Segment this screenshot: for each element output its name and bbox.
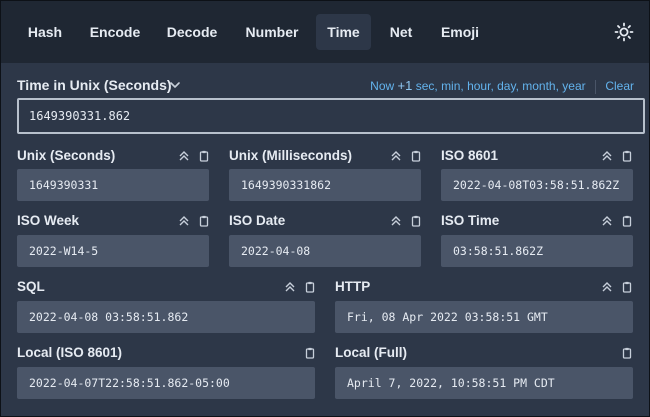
- tab-encode[interactable]: Encode: [81, 14, 149, 50]
- unit-month-link[interactable]: month: [522, 79, 555, 93]
- unit-min-link[interactable]: min: [441, 79, 460, 93]
- clear-link[interactable]: Clear: [605, 79, 634, 93]
- double-chevron-up-icon[interactable]: [601, 281, 613, 293]
- field-sql[interactable]: 2022-04-08 03:58:51.862: [17, 301, 315, 333]
- field-iso-week[interactable]: 2022-W14-5: [17, 235, 209, 267]
- app-window: Hash Encode Decode Number Time Net Emoji…: [0, 0, 650, 417]
- copy-icon[interactable]: [410, 215, 422, 227]
- label-iso-time: ISO Time: [441, 213, 500, 228]
- label-local-iso: Local (ISO 8601): [17, 345, 123, 360]
- unit-day-link[interactable]: day: [497, 79, 515, 93]
- double-chevron-up-icon[interactable]: [178, 150, 190, 162]
- tab-decode[interactable]: Decode: [157, 14, 227, 50]
- copy-icon[interactable]: [621, 347, 633, 359]
- double-chevron-up-icon[interactable]: [284, 281, 296, 293]
- label-iso-date: ISO Date: [229, 213, 286, 228]
- chevron-down-icon[interactable]: [169, 79, 181, 91]
- unit-hour-link[interactable]: hour: [467, 79, 490, 93]
- tab-number[interactable]: Number: [235, 14, 309, 50]
- copy-icon[interactable]: [304, 281, 316, 293]
- label-unix-millis: Unix (Milliseconds): [229, 148, 353, 163]
- double-chevron-up-icon[interactable]: [390, 150, 402, 162]
- copy-icon[interactable]: [198, 215, 210, 227]
- field-local-full[interactable]: April 7, 2022, 10:58:51 PM CDT: [335, 367, 633, 399]
- copy-icon[interactable]: [621, 281, 633, 293]
- tab-emoji[interactable]: Emoji: [431, 14, 489, 50]
- copy-icon[interactable]: [304, 347, 316, 359]
- sun-icon[interactable]: [614, 22, 634, 42]
- copy-icon[interactable]: [621, 215, 633, 227]
- double-chevron-up-icon[interactable]: [601, 215, 613, 227]
- field-iso-time[interactable]: 03:58:51.862Z: [441, 235, 633, 267]
- unit-sec-link[interactable]: sec: [416, 79, 435, 93]
- field-http[interactable]: Fri, 08 Apr 2022 03:58:51 GMT: [335, 301, 633, 333]
- input-format-title[interactable]: Time in Unix (Seconds): [17, 77, 172, 93]
- plus-one-label: +1: [397, 78, 413, 93]
- label-iso-week: ISO Week: [17, 213, 80, 228]
- tab-net[interactable]: Net: [379, 14, 423, 50]
- field-iso-date[interactable]: 2022-04-08: [229, 235, 421, 267]
- label-local-full: Local (Full): [335, 345, 407, 360]
- tab-time[interactable]: Time: [316, 14, 371, 50]
- time-input[interactable]: 1649390331.862: [17, 98, 645, 134]
- label-unix-seconds: Unix (Seconds): [17, 148, 116, 163]
- label-sql: SQL: [17, 279, 45, 294]
- tab-hash[interactable]: Hash: [17, 14, 73, 50]
- label-iso8601: ISO 8601: [441, 148, 499, 163]
- copy-icon[interactable]: [410, 150, 422, 162]
- unit-year-link[interactable]: year: [562, 79, 585, 93]
- double-chevron-up-icon[interactable]: [390, 215, 402, 227]
- now-link[interactable]: Now: [370, 79, 394, 93]
- field-unix-seconds[interactable]: 1649390331: [17, 169, 209, 201]
- label-http: HTTP: [335, 279, 371, 294]
- top-nav: Hash Encode Decode Number Time Net Emoji: [1, 1, 649, 63]
- field-unix-millis[interactable]: 1649390331862: [229, 169, 421, 201]
- double-chevron-up-icon[interactable]: [178, 215, 190, 227]
- copy-icon[interactable]: [621, 150, 633, 162]
- field-iso8601[interactable]: 2022-04-08T03:58:51.862Z: [441, 169, 633, 201]
- divider: [594, 79, 596, 94]
- time-shortcuts: Now +1 sec, min, hour, day, month, year …: [370, 78, 634, 94]
- copy-icon[interactable]: [198, 150, 210, 162]
- field-local-iso[interactable]: 2022-04-07T22:58:51.862-05:00: [17, 367, 315, 399]
- double-chevron-up-icon[interactable]: [601, 150, 613, 162]
